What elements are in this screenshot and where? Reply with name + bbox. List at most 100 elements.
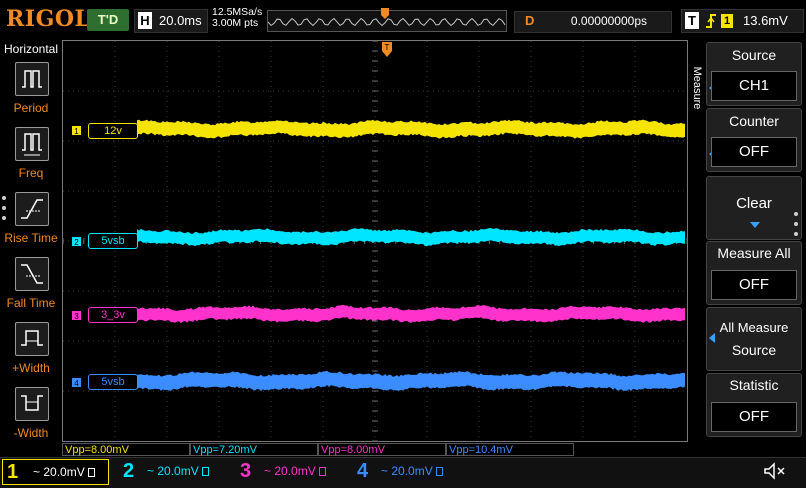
- channel-3-trace: [137, 304, 685, 324]
- bandwidth-limit-icon: [87, 468, 95, 477]
- trigger-level: 13.6mV: [743, 13, 788, 28]
- speaker-muted-icon[interactable]: [762, 461, 788, 481]
- measurement-ch2-vpp: Vpp=7.20mV: [190, 443, 318, 456]
- negative-width-label: -Width: [13, 426, 49, 440]
- positive-width-icon: [15, 322, 49, 356]
- channel-4-number: 4: [357, 460, 369, 482]
- measure-positive-width-button[interactable]: +Width: [0, 322, 62, 384]
- delay-value: 0.00000000ps: [570, 14, 647, 28]
- measurement-ch3-vpp: Vpp=8.00mV: [318, 443, 446, 456]
- source-softkey[interactable]: Source CH1: [706, 42, 802, 106]
- channel-4-status[interactable]: 4 ~ 20.0mV: [349, 459, 461, 483]
- measurement-ch1-vpp: Vpp=8.00mV: [62, 443, 190, 456]
- horizontal-measure-menu: Horizontal Period Freq Rise Time Fall Ti…: [0, 40, 62, 442]
- clear-softkey[interactable]: Clear: [706, 176, 802, 240]
- waveform-grid: T: [62, 40, 688, 442]
- statistic-value: OFF: [711, 402, 797, 432]
- all-measure-title: All Measure: [719, 320, 789, 335]
- period-label: Period: [13, 101, 49, 115]
- traces: [137, 119, 685, 392]
- positive-width-label: +Width: [12, 361, 50, 375]
- top-status-bar: RIGOL T'D H 20.0ms 12.5MSa/s 3.00M pts D…: [0, 0, 806, 38]
- trigger-source: 1: [721, 14, 733, 28]
- channel-1-trace: [137, 119, 685, 139]
- measure-rise-time-button[interactable]: Rise Time: [0, 192, 62, 254]
- left-menu-page-indicator: [2, 196, 8, 226]
- statistic-title: Statistic: [729, 377, 779, 393]
- bandwidth-limit-icon: [318, 467, 326, 476]
- channel-3-marker[interactable]: 3: [72, 309, 86, 328]
- measure-negative-width-button[interactable]: -Width: [0, 387, 62, 449]
- bandwidth-limit-icon: [201, 467, 209, 476]
- trigger-letter: T: [685, 12, 699, 29]
- clear-label: Clear: [736, 195, 772, 212]
- counter-title: Counter: [729, 113, 779, 129]
- svg-text:T: T: [385, 43, 390, 52]
- channel-1-number: 1: [7, 461, 19, 483]
- negative-width-icon: [15, 387, 49, 421]
- rising-edge-icon: [706, 14, 716, 28]
- period-icon: [15, 62, 49, 96]
- timebase-value: 20.0ms: [159, 13, 202, 28]
- brand-logo: RIGOL: [6, 6, 91, 32]
- menu-tab: Measure: [688, 42, 705, 142]
- chevron-down-icon: [750, 222, 760, 228]
- channel-1-status[interactable]: 1 ~ 20.0mV: [2, 459, 109, 485]
- trigger-status[interactable]: T 1 13.6mV: [681, 9, 804, 33]
- channel-2-label: 5vsb: [88, 233, 138, 249]
- channel-2-marker[interactable]: 2: [72, 235, 86, 254]
- measure-all-value: OFF: [711, 270, 797, 300]
- channel-1-label: 12v: [88, 123, 138, 139]
- channel-4-label: 5vsb: [88, 374, 138, 390]
- channel-3-label: 3_3v: [88, 307, 138, 323]
- rise-time-label: Rise Time: [4, 231, 58, 245]
- left-menu-title: Horizontal: [4, 42, 59, 56]
- statistic-softkey[interactable]: Statistic OFF: [706, 373, 802, 437]
- frequency-label: Freq: [18, 166, 44, 180]
- horizontal-timebase[interactable]: H 20.0ms: [134, 9, 208, 33]
- measure-frequency-button[interactable]: Freq: [0, 127, 62, 189]
- frequency-icon: [15, 127, 49, 161]
- channel-4-marker[interactable]: 4: [72, 376, 86, 395]
- measure-all-title: Measure All: [717, 245, 791, 261]
- source-value: CH1: [711, 71, 797, 101]
- channel-3-status[interactable]: 3 ~ 20.0mV: [232, 459, 344, 483]
- measure-period-button[interactable]: Period: [0, 62, 62, 124]
- svg-text:2: 2: [74, 238, 79, 247]
- measure-fall-time-button[interactable]: Fall Time: [0, 257, 62, 319]
- counter-softkey[interactable]: Counter OFF: [706, 108, 802, 172]
- run-stop-state[interactable]: T'D: [87, 9, 129, 31]
- delay-letter: D: [525, 13, 535, 28]
- channel-2-number: 2: [123, 460, 135, 482]
- svg-text:3: 3: [74, 312, 79, 321]
- timebase-letter: H: [138, 12, 152, 29]
- fall-time-icon: [15, 257, 49, 291]
- waveform-display[interactable]: T: [62, 40, 688, 442]
- right-menu-page-indicator: [794, 212, 798, 242]
- svg-text:4: 4: [74, 379, 79, 388]
- measure-softkey-menu: Measure Source CH1 Counter OFF Clear Mea…: [688, 40, 806, 442]
- counter-value: OFF: [711, 137, 797, 167]
- all-measure-source-softkey[interactable]: All Measure Source: [706, 307, 802, 371]
- bandwidth-limit-icon: [435, 467, 443, 476]
- trigger-time-marker: T: [382, 42, 392, 57]
- channel-1-scale: ~ 20.0mV: [33, 465, 95, 479]
- channel-3-scale: ~ 20.0mV: [264, 464, 326, 478]
- channel-4-scale: ~ 20.0mV: [381, 464, 443, 478]
- rise-time-icon: [15, 192, 49, 226]
- horizontal-delay[interactable]: D 0.00000000ps: [514, 11, 672, 33]
- fall-time-label: Fall Time: [6, 296, 56, 310]
- menu-tab-label: Measure: [691, 66, 703, 110]
- svg-text:1: 1: [74, 127, 79, 136]
- memory-depth: 3.00M pts: [212, 17, 259, 29]
- channel-2-scale: ~ 20.0mV: [147, 464, 209, 478]
- acquisition-info: 12.5MSa/s 3.00M pts: [212, 7, 262, 29]
- all-measure-value: Source: [731, 342, 777, 358]
- channel-2-status[interactable]: 2 ~ 20.0mV: [115, 459, 227, 483]
- measurement-ch4-vpp: Vpp=10.4mV: [446, 443, 574, 456]
- measure-all-softkey[interactable]: Measure All OFF: [706, 241, 802, 305]
- channel-3-number: 3: [240, 460, 252, 482]
- channel-4-trace: [137, 370, 685, 392]
- trigger-position-marker-top: [381, 8, 389, 19]
- source-title: Source: [731, 47, 777, 63]
